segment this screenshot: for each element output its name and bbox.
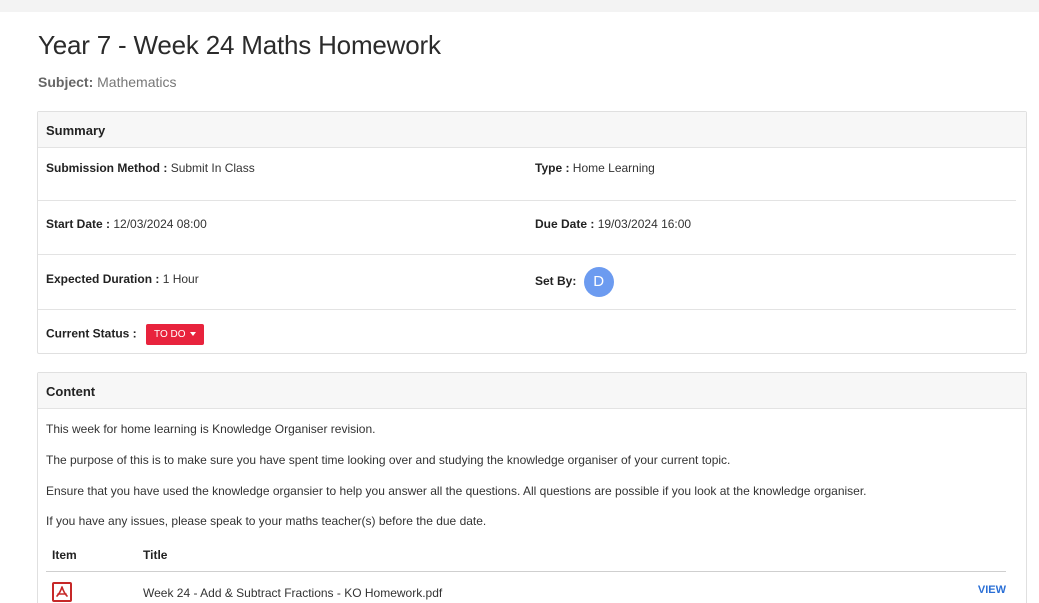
table-header-title: Title	[143, 548, 168, 562]
divider	[38, 254, 1016, 255]
subject-label: Subject:	[38, 74, 94, 90]
caret-down-icon	[189, 332, 196, 337]
due-date-value: 19/03/2024 16:00	[597, 217, 692, 231]
type-row: Type : Home Learning	[535, 161, 1018, 175]
start-date-value: 12/03/2024 08:00	[113, 217, 207, 231]
status-dropdown-button[interactable]: TO DO	[146, 324, 204, 345]
submission-method-value: Submit In Class	[170, 161, 255, 175]
type-label: Type :	[535, 161, 570, 175]
file-title: Week 24 - Add & Subtract Fractions - KO …	[143, 586, 443, 600]
type-value: Home Learning	[572, 161, 655, 175]
submission-method-label: Submission Method :	[46, 161, 168, 175]
summary-panel: Summary Submission Method : Submit In Cl…	[37, 111, 1027, 354]
content-heading: Content	[38, 373, 1026, 409]
pdf-icon	[52, 582, 72, 602]
expected-duration-value: 1 Hour	[162, 272, 199, 286]
expected-duration-label: Expected Duration :	[46, 272, 160, 286]
summary-heading: Summary	[38, 112, 1026, 148]
due-date-label: Due Date :	[535, 217, 595, 231]
divider	[38, 309, 1016, 310]
start-date-label: Start Date :	[46, 217, 111, 231]
subject-line: Subject: Mathematics	[38, 74, 176, 90]
content-paragraph: This week for home learning is Knowledge…	[46, 422, 376, 436]
table-header-divider	[46, 571, 1006, 572]
due-date-row: Due Date : 19/03/2024 16:00	[535, 217, 1018, 231]
avatar[interactable]: D	[583, 267, 614, 297]
page-title: Year 7 - Week 24 Maths Homework	[38, 30, 441, 60]
divider	[38, 200, 1016, 201]
view-link[interactable]: VIEW	[978, 584, 1006, 596]
content-paragraph: If you have any issues, please speak to …	[46, 514, 487, 528]
set-by-label: Set By:	[535, 274, 577, 289]
content-paragraph: Ensure that you have used the knowledge …	[46, 484, 867, 498]
current-status-label: Current Status :	[46, 326, 137, 341]
set-by-row: Set By: D	[535, 267, 1018, 297]
current-status-row: Current Status : TO DO	[46, 324, 1018, 345]
subject-value: Mathematics	[97, 74, 177, 90]
content-paragraph: The purpose of this is to make sure you …	[46, 453, 731, 467]
top-bar	[0, 0, 1039, 12]
table-header-item: Item	[52, 548, 77, 562]
status-value: TO DO	[154, 329, 186, 340]
content-panel: Content This week for home learning is K…	[37, 372, 1027, 603]
